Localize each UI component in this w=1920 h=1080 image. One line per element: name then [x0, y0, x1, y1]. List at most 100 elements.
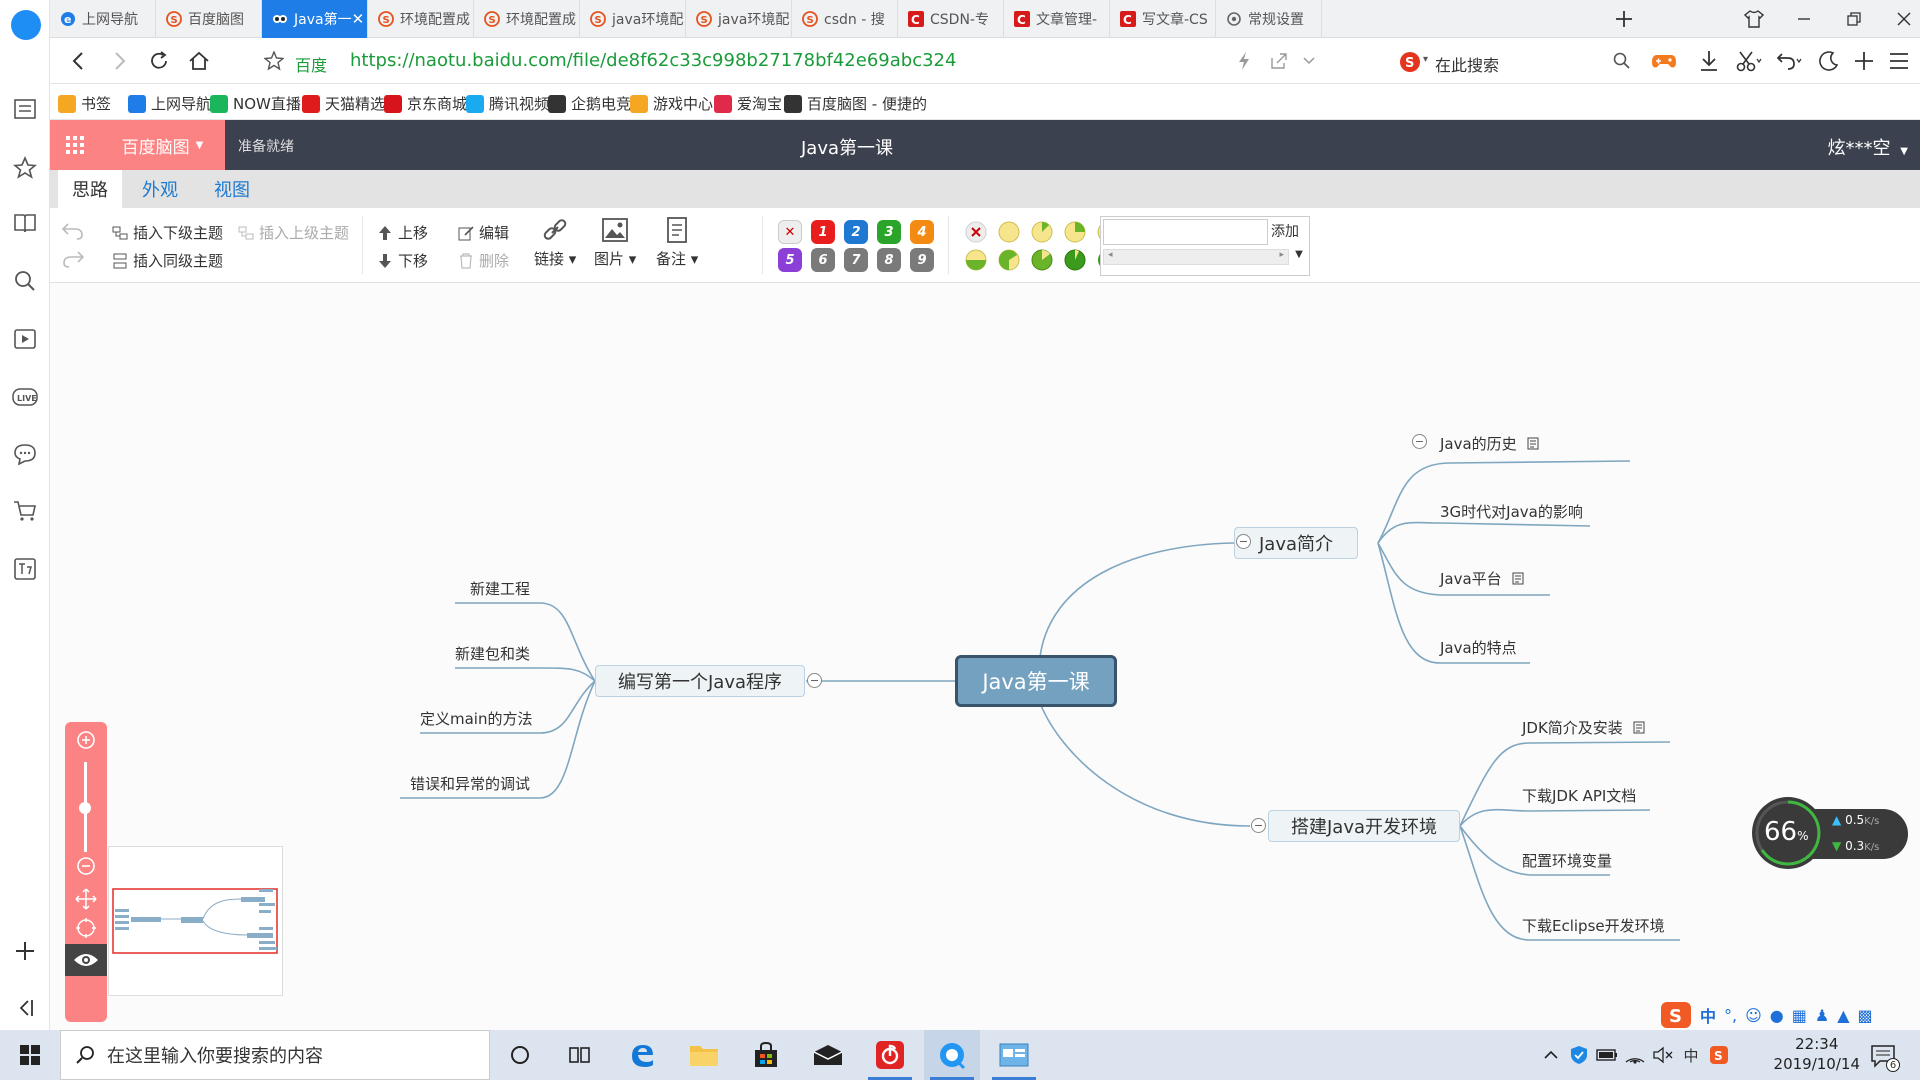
net-speed-widget[interactable]: 66% ▲ 0.5K/s ▼ 0.3K/s	[1750, 795, 1910, 871]
browser-tab[interactable]: Sjava环境配	[686, 0, 792, 38]
video-icon[interactable]	[12, 326, 38, 352]
chevron-down-icon[interactable]	[1295, 48, 1323, 74]
topic-java-history[interactable]: Java的历史	[1440, 433, 1539, 454]
bookmark-item[interactable]: 爱淘宝	[714, 93, 782, 114]
punctuation-icon[interactable]: °,	[1724, 1006, 1737, 1025]
progress-2-icon[interactable]	[1063, 220, 1087, 244]
system-clock[interactable]: 22:34 2019/10/14	[1774, 1034, 1860, 1074]
night-mode-icon[interactable]	[1815, 48, 1843, 74]
apps-icon[interactable]: ▩	[1858, 1006, 1873, 1025]
browser-tab[interactable]: Java第一 ✕	[262, 0, 368, 38]
collapse-toggle[interactable]	[1236, 534, 1251, 549]
collapse-toggle[interactable]	[1412, 434, 1427, 449]
progress-4-icon[interactable]	[964, 248, 988, 272]
new-tab-button[interactable]	[1610, 6, 1638, 32]
remove-priority-icon[interactable]: ✕	[778, 220, 802, 244]
priority-8-icon[interactable]: 8	[877, 248, 901, 272]
chat-icon[interactable]	[12, 441, 38, 467]
tray-expand-icon[interactable]	[1540, 1044, 1562, 1066]
book-icon[interactable]	[12, 210, 38, 236]
topic-java-intro[interactable]: Java简介	[1234, 527, 1358, 559]
browser-tab[interactable]: C 文章管理-	[1004, 0, 1110, 38]
bookmark-item[interactable]: 上网导航	[128, 93, 211, 114]
minimize-button[interactable]	[1790, 6, 1818, 32]
resource-input[interactable]	[1103, 219, 1268, 245]
battery-icon[interactable]	[1596, 1044, 1618, 1066]
priority-6-icon[interactable]: 6	[811, 248, 835, 272]
topic-main-method[interactable]: 定义main的方法	[420, 708, 532, 729]
topic-first-program[interactable]: 编写第一个Java程序	[595, 665, 805, 697]
topic-3g-java[interactable]: 3G时代对Java的影响	[1440, 501, 1583, 522]
zoom-slider-handle[interactable]	[79, 802, 91, 814]
translate-icon[interactable]	[12, 556, 38, 582]
start-button[interactable]	[0, 1030, 60, 1080]
priority-5-icon[interactable]: 5	[778, 248, 802, 272]
tab-appearance[interactable]: 外观	[128, 170, 192, 208]
sogou-tray-icon[interactable]: S	[1708, 1044, 1730, 1066]
topic-dev-env[interactable]: 搭建Java开发环境	[1268, 810, 1460, 842]
favorites-star-icon[interactable]	[12, 155, 38, 181]
browser-tab[interactable]: e 上网导航	[50, 0, 156, 38]
topic-new-project[interactable]: 新建工程	[470, 578, 530, 599]
zoom-out-button[interactable]	[74, 854, 98, 878]
document-title[interactable]: Java第一课	[50, 134, 1644, 160]
center-button[interactable]	[74, 916, 98, 940]
refresh-button[interactable]	[145, 48, 173, 74]
ime-lang[interactable]: 中	[1700, 1003, 1716, 1027]
bookmark-item[interactable]: 企鹅电竞	[548, 93, 631, 114]
priority-3-icon[interactable]: 3	[877, 220, 901, 244]
collapse-toggle[interactable]	[1251, 818, 1266, 833]
progress-0-icon[interactable]	[997, 220, 1021, 244]
redo-button[interactable]	[62, 250, 84, 268]
live-icon[interactable]: LIVE	[12, 384, 38, 410]
search-icon[interactable]	[12, 268, 38, 294]
shirt-skin-icon[interactable]	[1740, 6, 1768, 32]
browser-tab[interactable]: S 环境配置成	[474, 0, 580, 38]
edge-app[interactable]	[614, 1030, 670, 1080]
minimap[interactable]	[108, 846, 283, 996]
close-window-button[interactable]	[1890, 6, 1918, 32]
bookmark-star-icon[interactable]	[260, 48, 288, 74]
topic-jdk-api-doc[interactable]: 下载JDK API文档	[1522, 785, 1636, 806]
user-menu[interactable]: 炫***空 ▼	[1828, 134, 1908, 160]
collapse-toggle[interactable]	[807, 673, 822, 688]
progress-1-icon[interactable]	[1030, 220, 1054, 244]
url-field[interactable]: https://naotu.baidu.com/file/de8f62c33c9…	[350, 50, 956, 71]
bookmark-item[interactable]: 天猫精选	[302, 93, 385, 114]
window-app[interactable]	[986, 1030, 1042, 1080]
bookmark-item[interactable]: 书签	[58, 93, 111, 114]
insert-child-button[interactable]: 插入下级主题	[112, 222, 223, 243]
insert-parent-button[interactable]: 插入上级主题	[238, 222, 349, 243]
tab-view[interactable]: 视图	[200, 170, 264, 208]
wifi-icon[interactable]	[1624, 1044, 1646, 1066]
topic-eclipse[interactable]: 下载Eclipse开发环境	[1522, 915, 1665, 936]
browser-tab[interactable]: S 百度脑图	[156, 0, 262, 38]
store-app[interactable]	[738, 1030, 794, 1080]
cortana-button[interactable]	[492, 1030, 548, 1080]
home-button[interactable]	[185, 48, 213, 74]
game-controller-icon[interactable]	[1650, 48, 1678, 74]
lightning-icon[interactable]	[1230, 48, 1258, 74]
reading-list-icon[interactable]	[12, 96, 38, 122]
collapse-sidebar-icon[interactable]	[12, 995, 38, 1021]
task-view-button[interactable]	[552, 1030, 608, 1080]
browser-tab[interactable]: C CSDN-专	[898, 0, 1004, 38]
bookmark-item[interactable]: 腾讯视频	[466, 93, 549, 114]
bookmark-item[interactable]: 游戏中心	[630, 93, 713, 114]
browser-tab[interactable]: 常规设置	[1216, 0, 1322, 38]
browser-tab[interactable]: C 写文章-CS	[1110, 0, 1216, 38]
mindmap-canvas[interactable]: Java第一课 Java简介 搭建Java开发环境 编写第一个Java程序 Ja…	[50, 283, 1920, 1030]
topic-java-features[interactable]: Java的特点	[1440, 637, 1517, 658]
volume-muted-icon[interactable]	[1652, 1044, 1674, 1066]
note-icon[interactable]	[1527, 437, 1539, 450]
pan-button[interactable]	[74, 887, 98, 911]
undo-icon[interactable]	[1775, 48, 1803, 74]
download-icon[interactable]	[1695, 48, 1723, 74]
topic-env-vars[interactable]: 配置环境变量	[1522, 850, 1612, 871]
close-tab-icon[interactable]: ✕	[352, 10, 365, 28]
progress-5-icon[interactable]	[997, 248, 1021, 272]
zoom-in-button[interactable]	[74, 728, 98, 752]
edit-button[interactable]: 编辑	[458, 222, 509, 243]
link-button[interactable]: 链接 ▾	[534, 216, 576, 269]
note-button[interactable]: 备注 ▾	[656, 216, 698, 269]
